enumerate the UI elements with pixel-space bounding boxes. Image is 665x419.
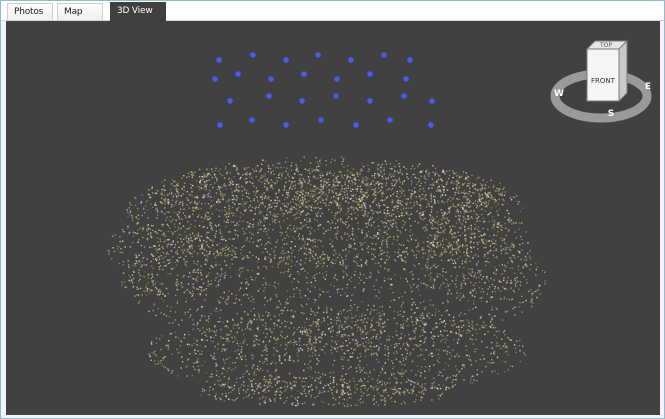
camera-positions [212, 52, 435, 128]
compass-west-label[interactable]: W [554, 89, 564, 99]
tab-3d-view[interactable]: 3D View [110, 2, 166, 21]
camera-marker [348, 57, 354, 63]
camera-marker [333, 93, 339, 99]
cube-top-label: TOP [599, 42, 612, 49]
camera-marker [387, 117, 393, 123]
camera-marker [429, 98, 435, 104]
camera-marker [250, 52, 256, 58]
camera-marker [249, 117, 255, 123]
camera-marker [315, 52, 321, 58]
camera-marker [283, 57, 289, 63]
compass-south-label[interactable]: S [608, 109, 614, 119]
camera-marker [235, 71, 241, 77]
camera-marker [407, 57, 413, 63]
camera-marker [428, 122, 434, 128]
camera-marker [227, 98, 233, 104]
cube-side-face[interactable] [618, 39, 628, 103]
camera-marker [301, 71, 307, 77]
cube-front-label: FRONT [591, 77, 616, 85]
compass-east-label[interactable]: E [645, 82, 651, 92]
tab-photos[interactable]: Photos [7, 3, 53, 20]
camera-marker [216, 57, 222, 63]
camera-marker [217, 122, 223, 128]
app-window: Photos Map 3D View TOP FRONT W S E [0, 0, 665, 419]
point-cloud [107, 156, 547, 407]
camera-marker [299, 98, 305, 104]
camera-marker [367, 98, 373, 104]
cube-front-face[interactable] [586, 48, 620, 102]
navigation-cube[interactable]: TOP FRONT W S E [550, 39, 652, 123]
camera-marker [403, 76, 409, 82]
camera-marker [283, 122, 289, 128]
camera-marker [353, 122, 359, 128]
tab-map[interactable]: Map [57, 3, 103, 20]
camera-marker [381, 52, 387, 58]
camera-marker [212, 76, 218, 82]
3d-viewport[interactable]: TOP FRONT W S E [6, 21, 660, 415]
camera-marker [401, 93, 407, 99]
camera-marker [268, 76, 274, 82]
camera-marker [318, 117, 324, 123]
camera-marker [334, 76, 340, 82]
scene-canvas: TOP FRONT W S E [107, 39, 652, 407]
camera-marker [266, 93, 272, 99]
tab-bar: Photos Map 3D View [1, 1, 664, 21]
camera-marker [367, 71, 373, 77]
